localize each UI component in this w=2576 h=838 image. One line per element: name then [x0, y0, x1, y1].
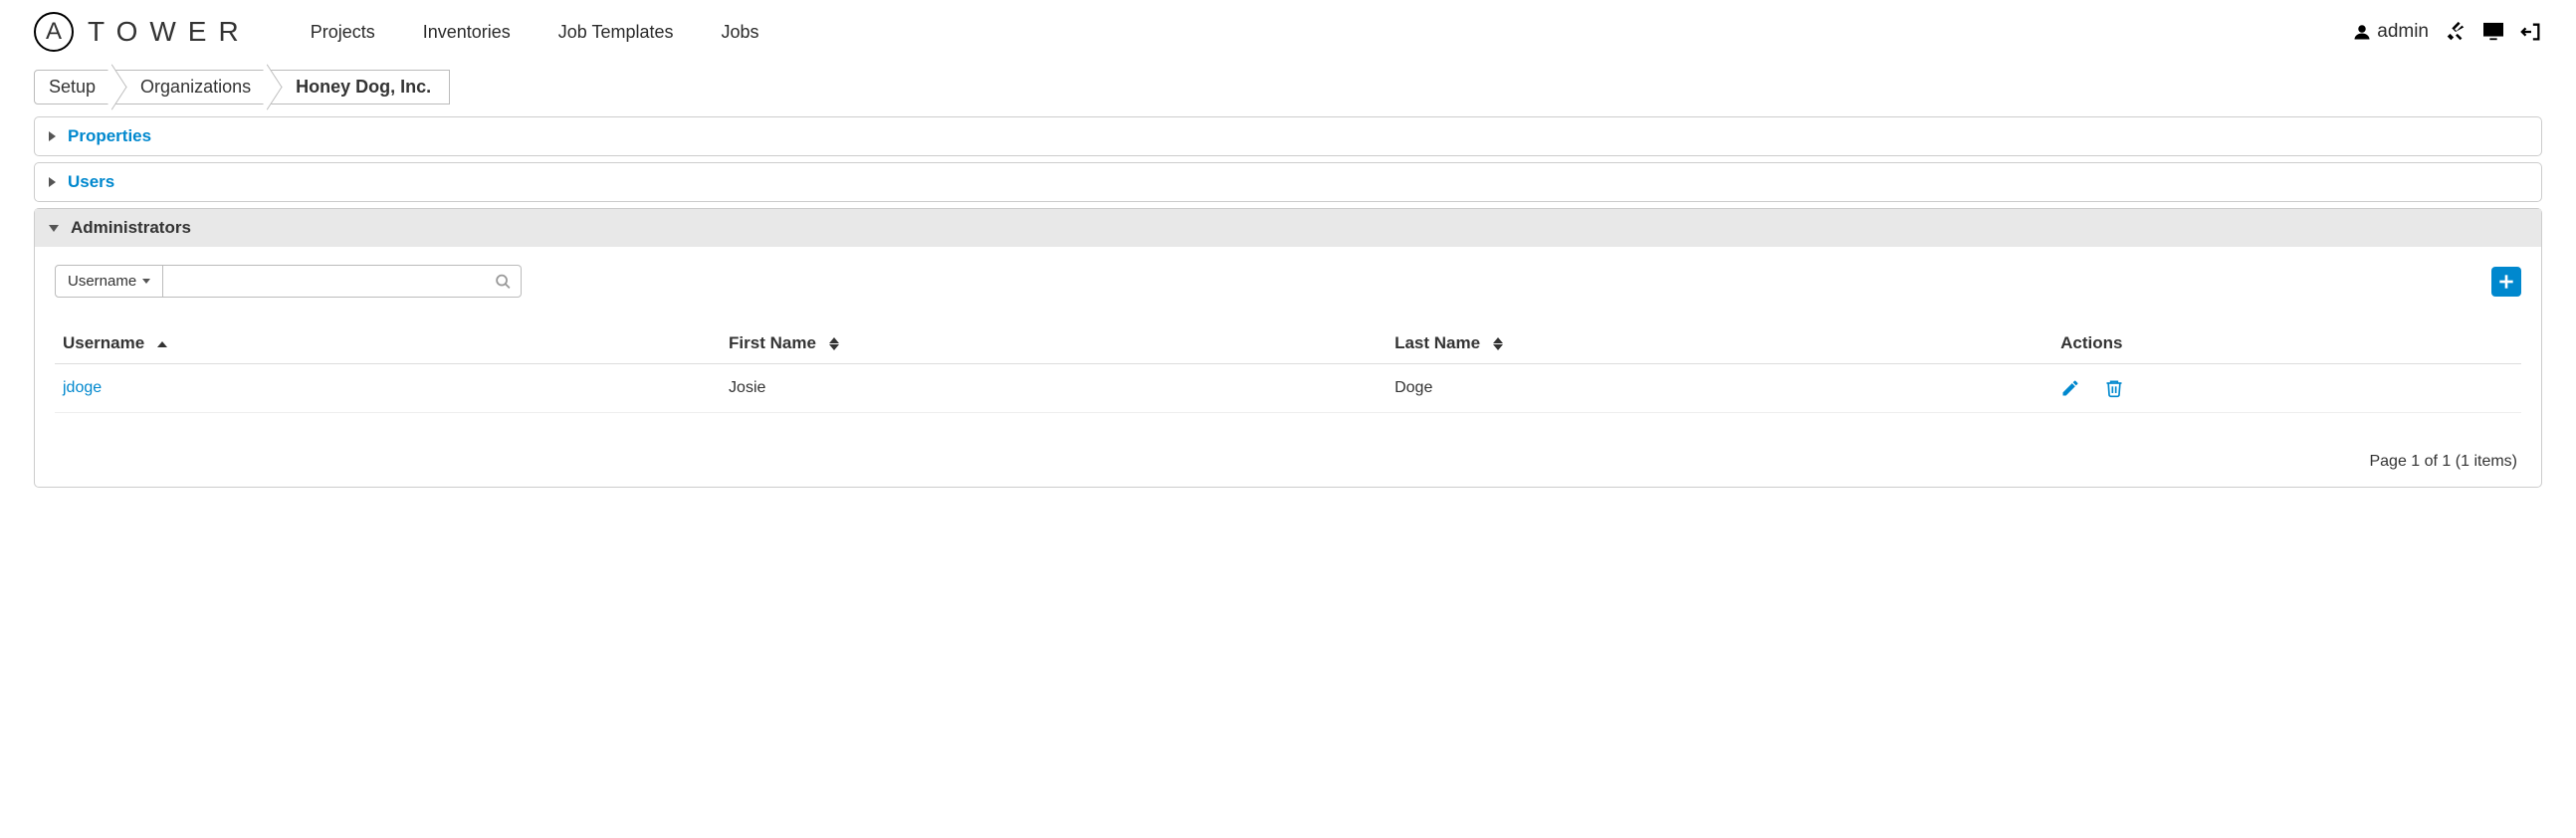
panel-users-title: Users — [68, 172, 114, 192]
sort-icon — [829, 337, 839, 350]
topbar: A TOWER Projects Inventories Job Templat… — [0, 0, 2576, 60]
search-icon[interactable] — [495, 273, 512, 290]
panel-properties: Properties — [34, 116, 2542, 156]
chevron-down-icon — [142, 279, 150, 284]
monitor-icon[interactable] — [2482, 22, 2504, 42]
panels: Properties Users Administrators Username — [34, 116, 2542, 488]
nav-jobs[interactable]: Jobs — [722, 22, 759, 43]
col-last-name[interactable]: Last Name — [1387, 323, 2052, 364]
edit-icon[interactable] — [2060, 378, 2080, 398]
row-username-link[interactable]: jdoge — [63, 379, 102, 396]
col-actions: Actions — [2052, 323, 2521, 364]
table-header-row: Username First Name Last Name Actio — [55, 323, 2521, 364]
breadcrumb-organizations[interactable]: Organizations — [115, 70, 272, 105]
logo[interactable]: A TOWER — [34, 12, 251, 52]
col-first-name[interactable]: First Name — [721, 323, 1387, 364]
filter-field-label: Username — [68, 273, 136, 290]
logo-icon: A — [34, 12, 74, 52]
breadcrumb-current[interactable]: Honey Dog, Inc. — [271, 70, 450, 105]
caret-right-icon — [49, 177, 56, 187]
filter-group: Username — [55, 265, 522, 298]
row-first-name: Josie — [729, 379, 765, 396]
panel-properties-title: Properties — [68, 126, 151, 146]
sort-asc-icon — [157, 341, 167, 347]
panel-administrators-body: Username — [35, 247, 2541, 487]
panel-administrators-title: Administrators — [71, 218, 191, 238]
row-last-name: Doge — [1395, 379, 1432, 396]
nav-projects[interactable]: Projects — [311, 22, 375, 43]
panel-administrators-header[interactable]: Administrators — [35, 209, 2541, 247]
main-nav: Projects Inventories Job Templates Jobs — [311, 22, 759, 43]
nav-job-templates[interactable]: Job Templates — [558, 22, 674, 43]
breadcrumb-setup[interactable]: Setup — [34, 70, 116, 105]
logo-text: TOWER — [88, 16, 251, 48]
row-actions — [2060, 378, 2513, 398]
toolbar: Username — [55, 265, 2521, 298]
add-button[interactable] — [2491, 267, 2521, 297]
panel-users-header[interactable]: Users — [35, 163, 2541, 201]
panel-users: Users — [34, 162, 2542, 202]
search-wrap — [163, 265, 522, 298]
user-menu[interactable]: admin — [2353, 21, 2429, 43]
caret-right-icon — [49, 131, 56, 141]
filter-field-select[interactable]: Username — [55, 265, 163, 298]
breadcrumb: Setup Organizations Honey Dog, Inc. — [34, 70, 2542, 105]
nav-inventories[interactable]: Inventories — [423, 22, 511, 43]
logout-icon[interactable] — [2520, 21, 2542, 43]
sort-icon — [1493, 337, 1503, 350]
trash-icon[interactable] — [2104, 378, 2124, 398]
administrators-table: Username First Name Last Name Actio — [55, 323, 2521, 413]
search-input[interactable] — [163, 265, 522, 298]
user-icon — [2353, 23, 2371, 41]
user-name: admin — [2377, 21, 2429, 43]
caret-down-icon — [49, 225, 59, 232]
panel-properties-header[interactable]: Properties — [35, 117, 2541, 155]
panel-administrators: Administrators Username — [34, 208, 2542, 488]
table-row: jdoge Josie Doge — [55, 364, 2521, 413]
setup-icon[interactable] — [2445, 21, 2467, 43]
topbar-right: admin — [2353, 21, 2542, 43]
col-username[interactable]: Username — [55, 323, 721, 364]
pagination: Page 1 of 1 (1 items) — [55, 453, 2521, 471]
